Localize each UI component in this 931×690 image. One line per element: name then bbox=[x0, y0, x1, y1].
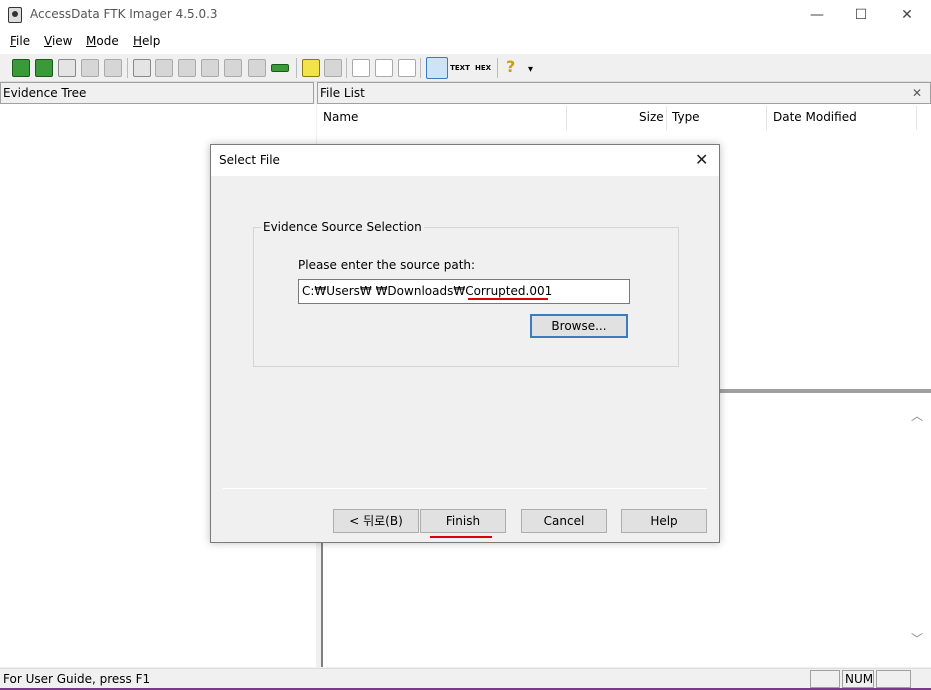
add-evidence-item-icon[interactable] bbox=[12, 59, 30, 77]
evidence-tree-header: Evidence Tree bbox=[0, 82, 314, 104]
toolbar-separator bbox=[420, 58, 421, 78]
source-path-input[interactable]: C:₩Users₩ ₩Downloads₩Corrupted.001 bbox=[298, 279, 630, 304]
remove-evidence-item-icon[interactable] bbox=[81, 59, 99, 77]
dialog-divider bbox=[223, 488, 707, 489]
select-file-dialog: Select File ✕ Evidence Source Selection … bbox=[210, 144, 720, 543]
verify-drive-image-icon[interactable] bbox=[375, 59, 393, 77]
toolbar-separator bbox=[346, 58, 347, 78]
column-header-type[interactable]: Type bbox=[672, 110, 700, 124]
text-view-icon[interactable]: TEXT bbox=[450, 59, 470, 77]
export-directory-listing-icon[interactable] bbox=[352, 59, 370, 77]
column-separator[interactable] bbox=[666, 106, 667, 130]
column-separator[interactable] bbox=[766, 106, 767, 130]
toolbar-separator bbox=[296, 58, 297, 78]
back-button[interactable]: < 뒤로(B) bbox=[333, 509, 419, 533]
export-file-hash-list-icon[interactable] bbox=[324, 59, 342, 77]
toolbar-dropdown-icon[interactable]: ▾ bbox=[528, 64, 533, 75]
image-properties-icon[interactable] bbox=[398, 59, 416, 77]
minimize-button[interactable]: — bbox=[794, 0, 840, 30]
add-all-attached-devices-icon[interactable] bbox=[35, 59, 53, 77]
cancel-button[interactable]: Cancel bbox=[521, 509, 607, 533]
group-label: Evidence Source Selection bbox=[261, 220, 424, 234]
status-text: For User Guide, press F1 bbox=[3, 672, 151, 686]
menu-file[interactable]: File bbox=[10, 34, 30, 48]
menu-help[interactable]: Help bbox=[133, 34, 160, 48]
window-close-button[interactable]: ✕ bbox=[884, 0, 930, 30]
menu-mode[interactable]: Mode bbox=[86, 34, 119, 48]
toolbar-separator bbox=[127, 58, 128, 78]
column-header-size[interactable]: Size bbox=[639, 110, 664, 124]
browse-button[interactable]: Browse... bbox=[530, 314, 628, 338]
column-separator[interactable] bbox=[566, 106, 567, 130]
viewer-scrollbar[interactable]: ︿ ﹀ bbox=[907, 395, 927, 667]
image-mounting-icon[interactable] bbox=[58, 59, 76, 77]
scroll-down-icon[interactable]: ﹀ bbox=[907, 630, 927, 647]
decrypt-ad1-image-icon[interactable] bbox=[248, 59, 266, 77]
capture-memory-icon[interactable] bbox=[271, 64, 289, 72]
add-to-custom-content-icon[interactable] bbox=[201, 59, 219, 77]
help-button[interactable]: Help bbox=[621, 509, 707, 533]
dialog-close-icon[interactable]: ✕ bbox=[695, 150, 708, 169]
column-separator[interactable] bbox=[916, 106, 917, 130]
ftk-imager-app-icon bbox=[8, 7, 22, 23]
maximize-button[interactable]: ☐ bbox=[838, 0, 884, 30]
auto-view-icon[interactable] bbox=[426, 57, 448, 79]
hex-view-icon[interactable]: HEX bbox=[473, 59, 493, 77]
annotation-underline bbox=[430, 536, 492, 538]
file-list-close-icon[interactable]: ✕ bbox=[912, 86, 922, 100]
scroll-up-icon[interactable]: ︿ bbox=[907, 407, 927, 424]
status-num-indicator: NUM bbox=[842, 670, 874, 688]
file-list-header: File List bbox=[317, 82, 931, 104]
column-header-date-modified[interactable]: Date Modified bbox=[773, 110, 857, 124]
window-title: AccessData FTK Imager 4.5.0.3 bbox=[30, 7, 218, 21]
source-path-label: Please enter the source path: bbox=[298, 258, 476, 272]
export-disk-image-icon[interactable] bbox=[155, 59, 173, 77]
finish-button[interactable]: Finish bbox=[420, 509, 506, 533]
column-header-name[interactable]: Name bbox=[323, 110, 358, 124]
create-disk-image-icon[interactable] bbox=[133, 59, 151, 77]
export-files-icon[interactable] bbox=[302, 59, 320, 77]
menu-view[interactable]: View bbox=[44, 34, 72, 48]
status-scroll-indicator bbox=[876, 670, 911, 688]
export-logical-image-icon[interactable] bbox=[178, 59, 196, 77]
create-custom-content-image-icon[interactable] bbox=[224, 59, 242, 77]
annotation-underline bbox=[468, 298, 548, 300]
status-caps-indicator bbox=[810, 670, 840, 688]
dialog-title-bar bbox=[211, 145, 719, 176]
dialog-title: Select File bbox=[219, 153, 280, 167]
remove-all-evidence-icon[interactable] bbox=[104, 59, 122, 77]
toolbar-separator bbox=[497, 58, 498, 78]
help-icon[interactable]: ? bbox=[506, 57, 515, 76]
